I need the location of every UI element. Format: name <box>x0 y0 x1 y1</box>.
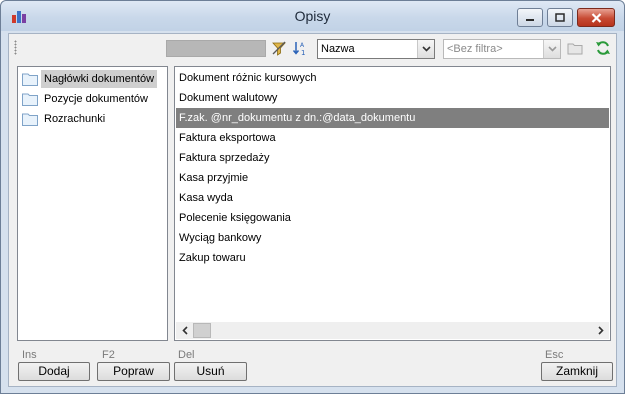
scroll-left-button[interactable] <box>176 322 193 339</box>
edit-button[interactable]: Popraw <box>97 362 170 381</box>
maximize-icon <box>555 13 565 22</box>
delete-button[interactable]: Usuń <box>174 362 247 381</box>
close-button[interactable]: Zamknij <box>541 362 613 381</box>
list-item[interactable]: Wyciąg bankowy <box>176 228 609 248</box>
add-button[interactable]: Dodaj <box>18 362 90 381</box>
folder-icon <box>22 113 38 126</box>
filter-select[interactable]: <Bez filtra> <box>443 39 561 59</box>
edit-shortcut-hint: F2 <box>102 349 115 361</box>
folder-icon <box>22 73 38 86</box>
list-item[interactable]: Faktura sprzedaży <box>176 148 609 168</box>
minimize-button[interactable] <box>517 8 543 27</box>
sort-field-select[interactable]: Nazwa <box>317 39 435 59</box>
svg-text:1: 1 <box>301 49 305 56</box>
tree-item-rozrachunki[interactable]: Rozrachunki <box>22 110 108 128</box>
list-item[interactable]: Dokument różnic kursowych <box>176 68 609 88</box>
chevron-right-icon <box>597 326 604 335</box>
toolbar: A 1 Nazwa <Bez filtra> <box>9 34 616 62</box>
close-shortcut-hint: Esc <box>545 349 564 361</box>
tree-item-label: Nagłówki dokumentów <box>41 70 158 88</box>
list-item[interactable]: Dokument walutowy <box>176 88 609 108</box>
sort-button[interactable]: A 1 <box>291 39 309 57</box>
maximize-button[interactable] <box>547 8 573 27</box>
tree-item-label: Pozycje dokumentów <box>44 93 148 105</box>
list-item[interactable]: Faktura eksportowa <box>176 128 609 148</box>
search-box[interactable] <box>166 40 266 57</box>
add-shortcut-hint: Ins <box>22 349 37 361</box>
scrollbar-thumb[interactable] <box>193 323 211 338</box>
toolbar-grip[interactable] <box>14 40 17 55</box>
filter-clear-icon <box>272 41 286 56</box>
filter-clear-button[interactable] <box>270 39 288 57</box>
delete-shortcut-hint: Del <box>178 349 195 361</box>
list-item[interactable]: Kasa przyjmie <box>176 168 609 188</box>
list-item[interactable]: Zakup towaru <box>176 248 609 268</box>
titlebar[interactable]: Opisy <box>1 1 624 31</box>
svg-text:A: A <box>300 42 305 49</box>
folder-button[interactable] <box>566 39 584 57</box>
filter-value: <Bez filtra> <box>447 43 503 55</box>
chevron-down-icon[interactable] <box>543 40 560 58</box>
refresh-icon <box>596 41 610 55</box>
descriptions-list[interactable]: Dokument różnic kursowych Dokument walut… <box>174 66 611 341</box>
folder-icon <box>22 93 38 106</box>
tree-item-label: Rozrachunki <box>44 113 106 125</box>
horizontal-scrollbar[interactable] <box>176 322 609 339</box>
list-item[interactable]: Polecenie księgowania <box>176 208 609 228</box>
chevron-left-icon <box>181 326 188 335</box>
dialog-body: A 1 Nazwa <Bez filtra> Nagłówki dokument… <box>8 33 617 387</box>
folder-icon <box>567 43 583 55</box>
tree-item-naglowki[interactable]: Nagłówki dokumentów <box>22 70 158 88</box>
close-window-button[interactable] <box>577 8 615 27</box>
list-item[interactable]: Kasa wyda <box>176 188 609 208</box>
close-icon <box>591 12 601 23</box>
tree-item-pozycje[interactable]: Pozycje dokumentów <box>22 90 151 108</box>
window: Opisy A 1 Nazwa <Bez filtra> Nagłówki do… <box>0 0 625 394</box>
minimize-icon <box>526 18 534 21</box>
refresh-button[interactable] <box>594 39 612 57</box>
chevron-down-icon[interactable] <box>417 40 434 58</box>
sort-field-value: Nazwa <box>321 43 355 55</box>
list-item-selected[interactable]: F.zak. @nr_dokumentu z dn.:@data_dokumen… <box>176 108 609 128</box>
scroll-right-button[interactable] <box>592 322 609 339</box>
category-tree[interactable]: Nagłówki dokumentów Pozycje dokumentów R… <box>17 66 168 341</box>
sort-ascending-icon: A 1 <box>292 42 305 56</box>
